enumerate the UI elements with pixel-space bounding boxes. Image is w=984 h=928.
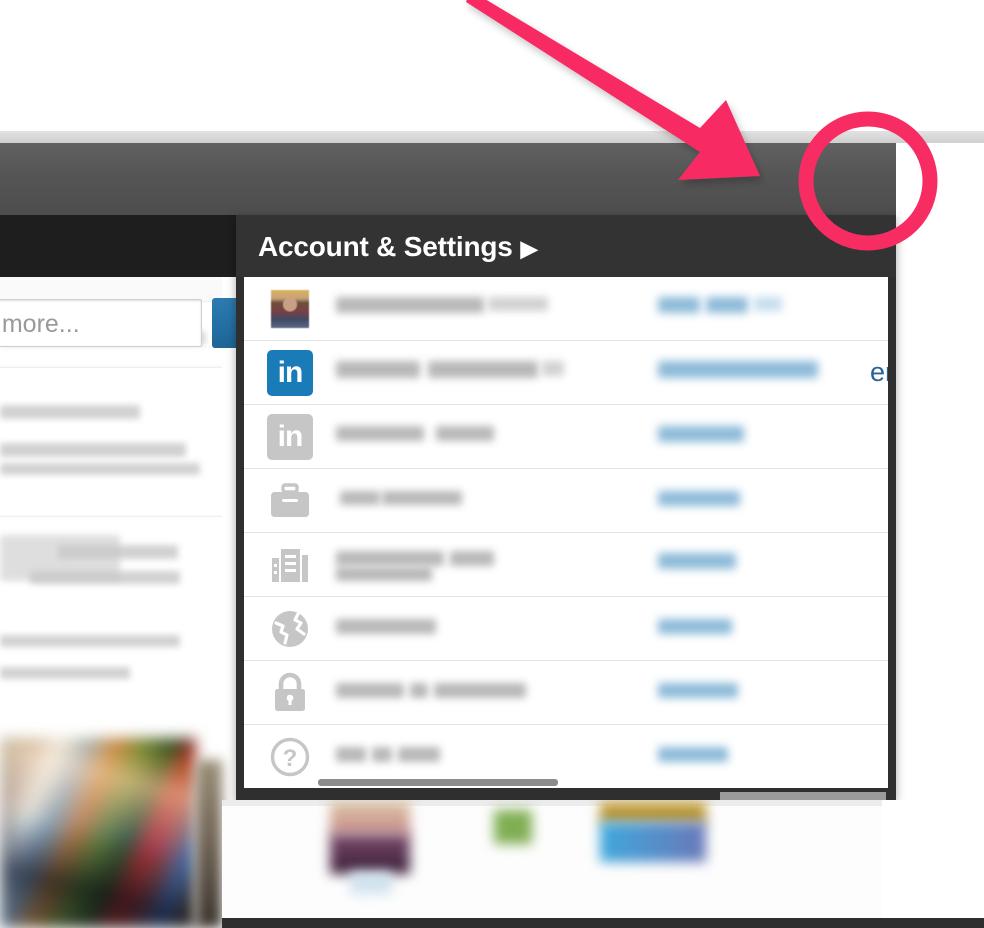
background-photo <box>0 738 196 928</box>
list-item-label <box>336 405 658 468</box>
list-item-label <box>336 533 658 596</box>
list-item-value[interactable] <box>658 597 888 660</box>
list-item[interactable]: in <box>244 405 888 469</box>
list-item[interactable] <box>244 469 888 533</box>
list-item-label <box>336 661 658 724</box>
lock-icon <box>244 671 336 715</box>
background-lower-panel <box>222 800 984 928</box>
list-item-value[interactable] <box>658 661 888 724</box>
search-input[interactable]: d more... <box>0 299 202 347</box>
svg-text:?: ? <box>283 745 298 772</box>
list-item-label <box>336 469 658 532</box>
background-photo-edge <box>196 760 222 928</box>
list-item-value[interactable] <box>658 277 888 340</box>
list-item-value[interactable]: er <box>658 341 888 404</box>
dropdown-scrollbar[interactable] <box>318 779 558 786</box>
value-visible-text: er <box>870 357 888 387</box>
chevron-right-icon: ▶ <box>520 236 538 261</box>
background-bottom-bar <box>222 918 984 928</box>
window-chrome-strip <box>0 131 984 143</box>
list-item-label <box>336 597 658 660</box>
list-item-label <box>336 341 658 404</box>
building-icon <box>244 544 336 586</box>
linkedin-blue-icon: in <box>244 349 336 396</box>
briefcase-icon <box>244 481 336 521</box>
page-right-margin <box>896 143 984 800</box>
linkedin-grey-icon: in <box>244 413 336 460</box>
list-item[interactable] <box>244 597 888 661</box>
dropdown-header: Account & Settings ▶ <box>236 215 896 277</box>
list-item-label <box>336 277 658 340</box>
global-navbar: d more... Advanced 2 <box>0 143 984 358</box>
list-item-value[interactable] <box>658 533 888 596</box>
list-item[interactable] <box>244 661 888 725</box>
navbar-shadow-strip <box>0 215 236 277</box>
list-item-value[interactable] <box>658 725 888 788</box>
list-item[interactable]: in er <box>244 341 888 405</box>
page-root: d more... Advanced 2 <box>0 0 984 928</box>
dropdown-list[interactable]: in er in <box>244 277 888 788</box>
account-settings-dropdown: Account & Settings ▶ in e in ? <box>236 215 896 812</box>
linkedin-tile: in <box>267 349 313 396</box>
linkedin-tile: in <box>267 413 313 460</box>
list-item-value[interactable] <box>658 469 888 532</box>
dropdown-title-text: Account & Settings <box>258 231 513 262</box>
globe-icon <box>244 607 336 651</box>
help-icon: ? <box>244 735 336 779</box>
page-backdrop <box>0 0 984 131</box>
list-item-value[interactable] <box>658 405 888 468</box>
list-item[interactable] <box>244 277 888 341</box>
list-item[interactable] <box>244 533 888 597</box>
avatar-icon <box>244 289 336 328</box>
dropdown-title[interactable]: Account & Settings ▶ <box>258 231 538 263</box>
